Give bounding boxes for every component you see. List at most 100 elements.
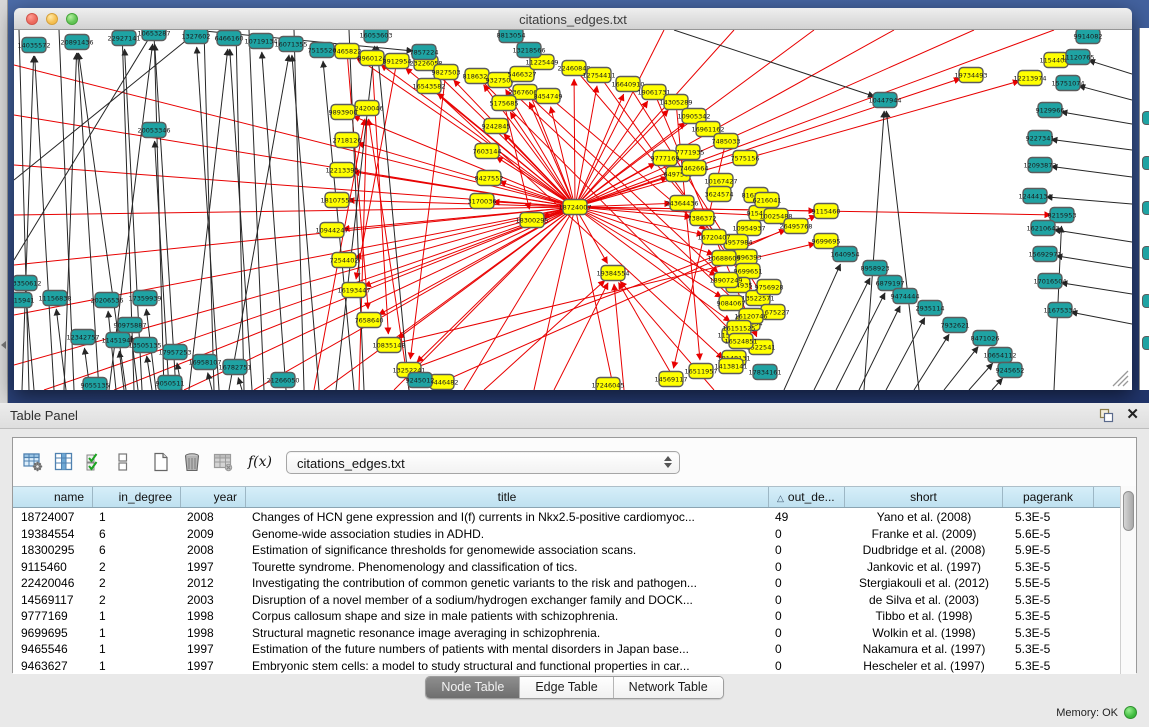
graph-node[interactable]: 7932621	[941, 318, 970, 333]
graph-node[interactable]: 7658640	[355, 313, 384, 328]
graph-node[interactable]: 18107553	[320, 193, 353, 208]
column-header-outde[interactable]: △out_de...	[769, 487, 845, 507]
collapsed-control-panel[interactable]	[0, 0, 8, 403]
table-row[interactable]: 1938455462009Genome-wide association stu…	[13, 526, 1122, 543]
graph-node[interactable]: 11675334	[1043, 303, 1076, 318]
graph-node[interactable]: 17957253	[158, 345, 191, 360]
column-header-title[interactable]: title	[246, 487, 769, 507]
graph-node[interactable]: 8813054	[497, 30, 526, 43]
delete-table-trash-icon[interactable]	[182, 452, 202, 472]
graph-node[interactable]: 24364436	[665, 196, 698, 211]
new-table-icon[interactable]	[151, 452, 171, 472]
graph-node[interactable]: 18300295	[515, 213, 548, 228]
column-header-indegree[interactable]: in_degree	[93, 487, 181, 507]
graph-node[interactable]: 16053603	[359, 30, 392, 43]
table-row[interactable]: 1456911722003Disruption of a novel membe…	[13, 592, 1122, 609]
graph-node[interactable]: 13350612	[14, 276, 42, 291]
graph-node[interactable]: 9055135	[81, 378, 110, 391]
graph-node[interactable]: 10719134	[244, 34, 277, 49]
graph-node[interactable]: 11156838	[38, 291, 71, 306]
graph-node[interactable]: 8454749	[534, 89, 563, 104]
graph-node[interactable]: 7462664	[680, 161, 709, 176]
graph-node[interactable]: 17359939	[128, 291, 161, 306]
column-header-pagerank[interactable]: pagerank	[1003, 487, 1094, 507]
graph-node[interactable]: 16210643	[1026, 221, 1059, 236]
graph-node[interactable]: 16958107	[188, 355, 221, 370]
graph-node[interactable]: 10654112	[983, 348, 1016, 363]
tab-node-table[interactable]: Node Table	[426, 677, 520, 698]
graph-node[interactable]: 9827503	[432, 65, 461, 80]
graph-node[interactable]: 9914082	[1074, 30, 1103, 44]
graph-node[interactable]: 21266050	[266, 373, 299, 388]
graph-node[interactable]: 12213974	[1013, 71, 1046, 86]
graph-node[interactable]: 9893900	[329, 105, 358, 120]
tab-edge-table[interactable]: Edge Table	[520, 677, 613, 698]
graph-node[interactable]: 17016504	[1033, 274, 1066, 289]
graph-node[interactable]: 10835148	[372, 338, 405, 353]
graph-node[interactable]: 14035572	[17, 38, 50, 53]
graph-node[interactable]: 17246045	[591, 378, 624, 391]
table-row[interactable]: 946362711997Embryonic stem cells: a mode…	[13, 658, 1122, 675]
background-network-window[interactable]	[1139, 28, 1149, 390]
graph-node[interactable]: 12093872	[1023, 158, 1056, 173]
graph-node[interactable]: 6466160	[215, 31, 244, 46]
graph-node[interactable]: 18907249	[709, 273, 742, 288]
column-header-name[interactable]: name	[13, 487, 93, 507]
graph-node[interactable]: 3624574	[705, 187, 734, 202]
graph-node[interactable]: 3915941	[14, 293, 34, 308]
graph-node[interactable]: 16782751	[218, 360, 251, 375]
graph-node[interactable]: 13505135	[128, 338, 161, 353]
graph-node[interactable]: 22927141	[107, 31, 140, 46]
table-row[interactable]: 1872400712008Changes of HCN gene express…	[13, 509, 1122, 526]
network-canvas[interactable]: 1872400774658228960124891295423226058982…	[14, 30, 1132, 390]
table-row[interactable]: 1830029562008Estimation of significance …	[13, 542, 1122, 559]
graph-node[interactable]: 7857224	[410, 45, 439, 60]
tab-network-table[interactable]: Network Table	[614, 677, 723, 698]
graph-node[interactable]: 2935114	[916, 301, 945, 316]
table-row[interactable]: 946554611997Estimation of the future num…	[13, 641, 1122, 658]
graph-node[interactable]: 7254402	[330, 253, 359, 268]
column-header-year[interactable]: year	[181, 487, 246, 507]
graph-node[interactable]: 13218566	[512, 43, 545, 58]
table-row[interactable]: 2242004622012Investigating the contribut…	[13, 575, 1122, 592]
graph-node[interactable]: 20891436	[60, 35, 93, 50]
graph-node[interactable]: 12444134	[1018, 189, 1051, 204]
graph-node[interactable]: 9227341	[1026, 131, 1055, 146]
graph-node[interactable]: 90975887	[113, 318, 146, 333]
graph-node[interactable]: 12213393	[325, 163, 358, 178]
graph-node[interactable]: 15692971	[1028, 247, 1061, 262]
graph-node[interactable]: 10447944	[868, 93, 901, 108]
graph-node[interactable]: 9129966	[1036, 103, 1065, 118]
graph-node[interactable]: 14138141	[714, 359, 747, 374]
function-builder-icon[interactable]: f(x)	[248, 454, 272, 470]
graph-node[interactable]: 1327602	[182, 30, 211, 44]
column-header-short[interactable]: short	[845, 487, 1003, 507]
graph-node[interactable]: 14569117	[654, 372, 687, 387]
citation-network-graph[interactable]: 1872400774658228960124891295423226058982…	[14, 30, 1132, 390]
graph-node[interactable]: 9474444	[891, 289, 920, 304]
graph-node[interactable]: 9115460	[812, 204, 841, 219]
table-selector-dropdown[interactable]: citations_edges.txt	[286, 451, 680, 474]
graph-node[interactable]: 9242845	[482, 119, 511, 134]
table-vertical-scrollbar[interactable]	[1120, 486, 1136, 674]
graph-node[interactable]: 19734493	[954, 68, 987, 83]
graph-node[interactable]: 7386372	[688, 211, 717, 226]
graph-node[interactable]: 7515526	[308, 43, 337, 58]
graph-node[interactable]: 7575156	[731, 151, 760, 166]
scrollbar-thumb[interactable]	[1123, 491, 1134, 531]
graph-node[interactable]: 5175685	[490, 96, 519, 111]
graph-node[interactable]: 16543582	[412, 79, 445, 94]
graph-node[interactable]: 9050511	[156, 376, 185, 391]
graph-node[interactable]: 9777169	[651, 151, 680, 166]
graph-node[interactable]: 1640954	[831, 247, 860, 262]
close-panel-icon[interactable]: ✕	[1126, 407, 1139, 423]
graph-node[interactable]: 6216041	[753, 193, 782, 208]
graph-node[interactable]: 16524851	[724, 334, 757, 349]
network-window-titlebar[interactable]: citations_edges.txt	[14, 8, 1132, 30]
graph-node[interactable]: 19384554	[596, 266, 629, 281]
graph-node[interactable]: 8427552	[475, 171, 504, 186]
table-row[interactable]: 977716911998Corpus callosum shape and si…	[13, 608, 1122, 625]
table-row[interactable]: 911546021997Tourette syndrome. Phenomeno…	[13, 559, 1122, 576]
graph-node[interactable]: 15751074	[1051, 76, 1084, 91]
graph-node[interactable]: 9756928	[755, 280, 784, 295]
